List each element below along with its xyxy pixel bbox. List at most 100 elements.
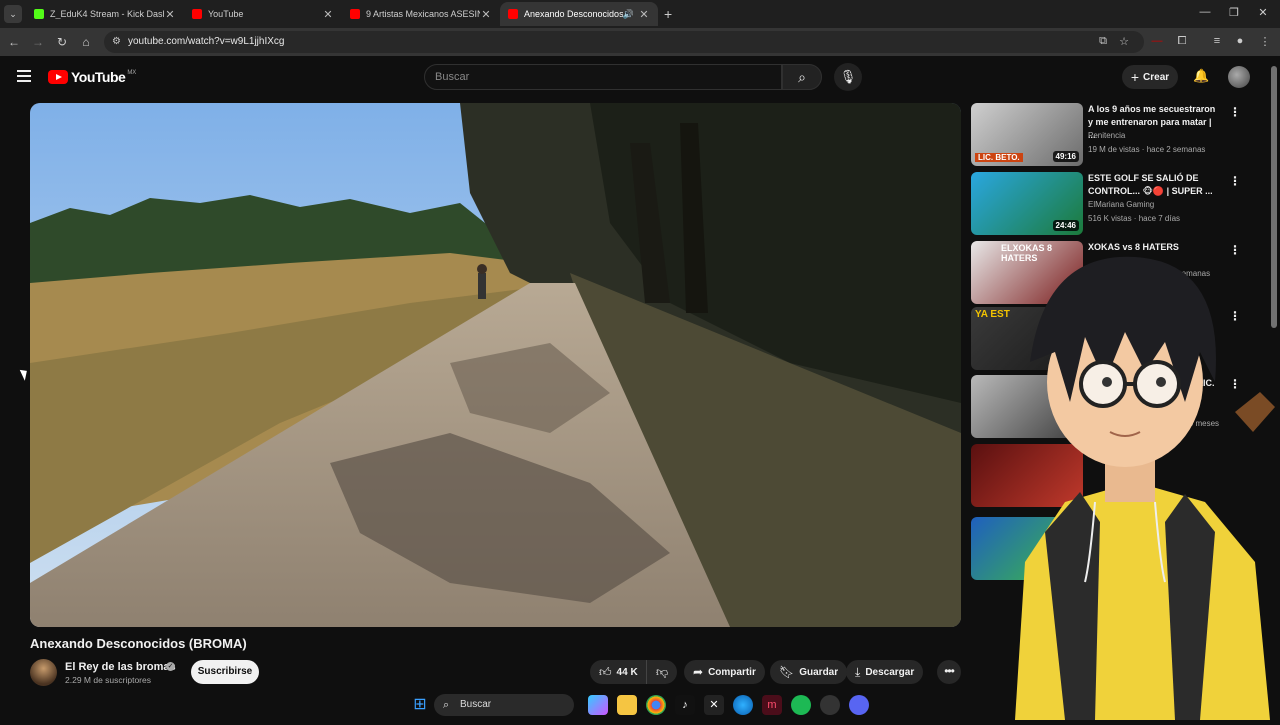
- speaker-icon[interactable]: 🔊: [623, 9, 634, 20]
- create-button[interactable]: + Crear: [1122, 65, 1178, 89]
- youtube-icon: [508, 9, 518, 19]
- close-tab-icon[interactable]: ✕: [164, 8, 176, 21]
- url-text[interactable]: youtube.com/watch?v=w9L1jjhIXcg: [128, 36, 284, 47]
- download-label: Descargar: [865, 666, 915, 678]
- dislike-button[interactable]: 👎︎: [646, 660, 678, 684]
- thumbs-up-icon: 👍︎: [599, 664, 612, 679]
- minimize-icon[interactable]: —: [1198, 6, 1212, 18]
- search-button[interactable]: ⌕: [782, 64, 822, 90]
- plus-icon: +: [1130, 69, 1140, 85]
- video-title: Anexando Desconocidos (BROMA): [30, 636, 247, 651]
- forward-arrow-icon[interactable]: →: [30, 34, 46, 50]
- profile-icon[interactable]: ●: [1233, 35, 1247, 47]
- subscriber-count: 2.29 M de suscriptores: [65, 675, 151, 685]
- recording-indicator-icon[interactable]: —: [1150, 35, 1164, 47]
- close-window-icon[interactable]: ✕: [1256, 6, 1270, 19]
- browser-tab-strip: ⌄ Z_EduK4 Stream - Kick Dashboard ✕ YouT…: [0, 0, 1280, 28]
- video-duration: 24:46: [1052, 220, 1079, 231]
- back-arrow-icon[interactable]: ←: [6, 34, 22, 50]
- recommendation-meta: 19 M de vistas · hace 2 semanas: [1088, 145, 1206, 154]
- share-button[interactable]: ➦ Compartir: [684, 660, 765, 684]
- tab-search-chevron-icon[interactable]: ⌄: [4, 5, 22, 23]
- chrome-icon[interactable]: [646, 695, 666, 715]
- copilot-icon[interactable]: [588, 695, 608, 715]
- recommendation-item[interactable]: LIC. BETO. 49:16 A los 9 años me secuest…: [971, 103, 1271, 167]
- channel-name[interactable]: El Rey de las bromas: [65, 661, 176, 673]
- tiktok-icon[interactable]: ♪: [675, 695, 695, 715]
- file-explorer-icon[interactable]: [617, 695, 637, 715]
- taskbar-search[interactable]: ⌕ Buscar: [434, 694, 574, 716]
- mouse-cursor-icon: [19, 367, 31, 381]
- youtube-icon: [192, 9, 202, 19]
- close-tab-icon[interactable]: ✕: [638, 8, 650, 21]
- search-icon: ⌕: [443, 699, 450, 711]
- kick-icon: [34, 9, 44, 19]
- spotify-icon[interactable]: [791, 695, 811, 715]
- bell-icon[interactable]: 🔔: [1193, 68, 1209, 84]
- restore-icon[interactable]: ❐: [1227, 6, 1241, 19]
- save-label: Guardar: [799, 666, 839, 678]
- like-button[interactable]: 👍︎ 44 K: [590, 660, 646, 684]
- video-player[interactable]: [30, 103, 961, 627]
- browser-tab-anexando[interactable]: Anexando Desconocidos (BROMA) 🔊 ✕: [500, 2, 658, 26]
- browser-tab-kick[interactable]: Z_EduK4 Stream - Kick Dashboard ✕: [26, 2, 184, 26]
- kebab-menu-icon[interactable]: ⋮: [1229, 105, 1241, 119]
- country-code: MX: [127, 70, 137, 76]
- recommendation-title[interactable]: ESTE GOLF SE SALIÓ DE CONTROL... 🐵🔴 | SU…: [1088, 172, 1220, 198]
- subscribe-button[interactable]: Suscribirse: [191, 660, 259, 684]
- capcut-icon[interactable]: ✕: [704, 695, 724, 715]
- thumbs-down-icon: 👎︎: [656, 664, 669, 679]
- search-input[interactable]: [425, 65, 781, 89]
- youtube-logo[interactable]: YouTube MX: [48, 69, 136, 85]
- media-control-icon[interactable]: ≡: [1210, 35, 1224, 47]
- channel-avatar[interactable]: [30, 659, 57, 686]
- browser-tab-youtube[interactable]: YouTube ✕: [184, 2, 342, 26]
- tab-title: 9 Artistas Mexicanos ASESINADOS: [366, 9, 480, 19]
- video-frame: [30, 103, 961, 627]
- microphone-icon: 🎙: [839, 69, 857, 84]
- reload-icon[interactable]: ↻: [54, 34, 70, 50]
- share-label: Compartir: [708, 666, 756, 678]
- browser-tab-artistas[interactable]: 9 Artistas Mexicanos ASESINADOS ✕: [342, 2, 500, 26]
- edge-icon[interactable]: [733, 695, 753, 715]
- extensions-icon[interactable]: ⧠: [1175, 35, 1189, 48]
- install-app-icon[interactable]: ⧉: [1096, 35, 1110, 48]
- bookmark-icon: 🔖︎: [779, 665, 795, 679]
- more-actions-button[interactable]: •••: [937, 660, 961, 684]
- new-tab-button[interactable]: +: [664, 6, 672, 22]
- save-button[interactable]: 🔖︎ Guardar: [770, 660, 848, 684]
- youtube-icon: [350, 9, 360, 19]
- close-tab-icon[interactable]: ✕: [322, 8, 334, 21]
- windows-start-icon[interactable]: ⊞: [410, 695, 430, 715]
- obs-icon[interactable]: [820, 695, 840, 715]
- close-tab-icon[interactable]: ✕: [480, 8, 492, 21]
- menu-icon[interactable]: [17, 70, 31, 82]
- taskbar-search-label: Buscar: [460, 699, 492, 710]
- download-icon: ⤓: [855, 664, 861, 679]
- account-avatar[interactable]: [1228, 66, 1250, 88]
- discord-icon[interactable]: [849, 695, 869, 715]
- search-icon: ⌕: [798, 69, 806, 85]
- thumbnail-caption: LIC. BETO.: [975, 153, 1023, 162]
- recommendation-channel[interactable]: Penitencia: [1088, 131, 1125, 140]
- windows-taskbar: ⊞ ⌕ Buscar ♪ ✕ m: [400, 690, 880, 720]
- download-button[interactable]: ⤓ Descargar: [846, 660, 924, 684]
- create-label: Crear: [1143, 71, 1170, 83]
- video-thumbnail[interactable]: LIC. BETO. 49:16: [971, 103, 1083, 166]
- tab-title: Z_EduK4 Stream - Kick Dashboard: [50, 9, 164, 19]
- like-count: 44 K: [616, 666, 638, 678]
- recommendation-item[interactable]: 24:46 ESTE GOLF SE SALIÓ DE CONTROL... 🐵…: [971, 172, 1271, 236]
- tab-title: Anexando Desconocidos (BROMA): [524, 9, 623, 19]
- vtuber-avatar-overlay: [985, 232, 1280, 720]
- address-bar[interactable]: ⚙ youtube.com/watch?v=w9L1jjhIXcg: [104, 31, 1144, 53]
- video-thumbnail[interactable]: 24:46: [971, 172, 1083, 235]
- kebab-menu-icon[interactable]: ⋮: [1229, 174, 1241, 188]
- voice-search-button[interactable]: 🎙: [834, 63, 862, 91]
- home-icon[interactable]: ⌂: [78, 34, 94, 50]
- recommendation-channel[interactable]: ElMariana Gaming: [1088, 200, 1154, 209]
- youtube-header: YouTube MX ⌕ 🎙 + Crear 🔔: [0, 56, 1280, 100]
- browser-menu-icon[interactable]: ⋮: [1258, 35, 1272, 48]
- bookmark-star-icon[interactable]: ☆: [1117, 35, 1131, 48]
- app-icon[interactable]: m: [762, 695, 782, 715]
- site-info-icon[interactable]: ⚙: [112, 36, 121, 47]
